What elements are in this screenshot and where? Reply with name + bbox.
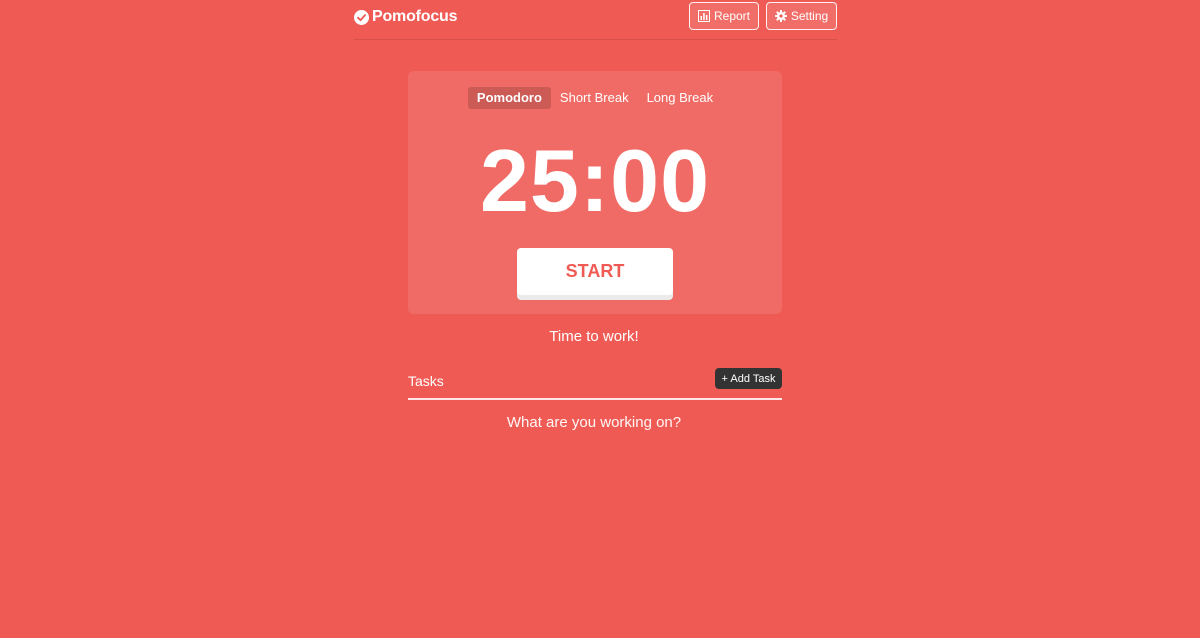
tab-pomodoro[interactable]: Pomodoro <box>467 87 551 109</box>
app-name: Pomofocus <box>372 8 458 25</box>
tasks-header: Tasks + Add Task <box>408 368 782 400</box>
tab-long-break[interactable]: Long Break <box>638 87 723 109</box>
app-header: Pomofocus Report Setting <box>354 0 837 40</box>
add-task-button[interactable]: + Add Task <box>715 368 782 389</box>
mode-tabs: Pomodoro Short Break Long Break <box>408 87 782 109</box>
timer-card: Pomodoro Short Break Long Break 25:00 ST… <box>408 71 782 314</box>
tab-short-break[interactable]: Short Break <box>551 87 638 109</box>
report-label: Report <box>713 9 751 23</box>
start-button[interactable]: START <box>517 248 673 295</box>
setting-label: Setting <box>790 9 829 23</box>
app-logo[interactable]: Pomofocus <box>354 6 458 28</box>
tasks-title: Tasks <box>408 373 444 389</box>
setting-button[interactable]: Setting <box>766 2 837 30</box>
gear-icon <box>774 10 787 22</box>
status-message: Time to work! <box>549 328 639 345</box>
report-button[interactable]: Report <box>689 2 759 30</box>
current-task-prompt[interactable]: What are you working on? <box>0 414 1188 431</box>
timer-display: 25:00 <box>479 131 711 230</box>
check-circle-icon <box>354 9 369 25</box>
bar-chart-icon <box>697 10 710 22</box>
